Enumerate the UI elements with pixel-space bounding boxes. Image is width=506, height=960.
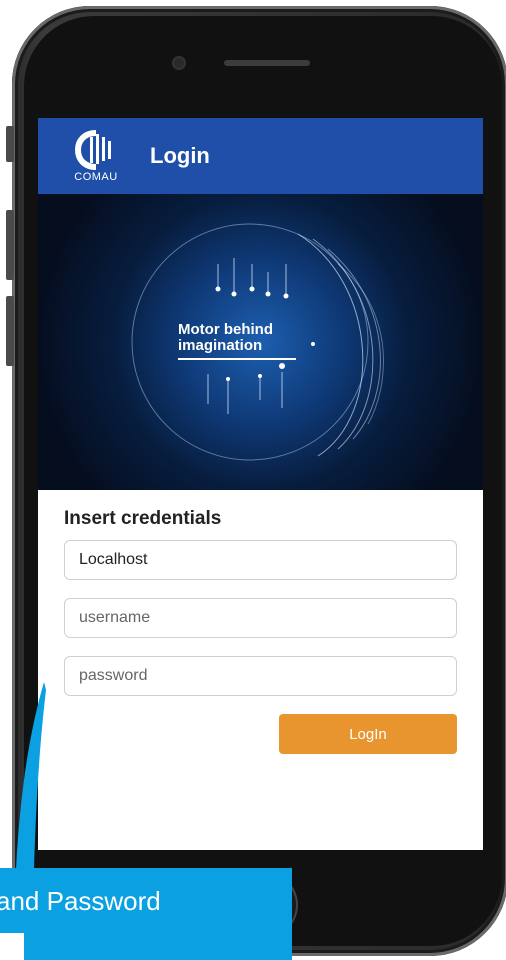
- callout-text: and Password: [0, 886, 161, 916]
- comau-logo-icon: [74, 130, 111, 170]
- side-button-2: [6, 210, 14, 280]
- app-bar: COMAU Login: [38, 118, 483, 194]
- hero-banner: Motor behind imagination: [38, 194, 483, 490]
- username-field[interactable]: username: [64, 598, 457, 638]
- callout-pointer: [16, 682, 46, 870]
- hero-slogan: Motor behind imagination: [178, 322, 273, 354]
- callout-box: and Password: [0, 868, 292, 960]
- form-heading: Insert credentials: [64, 508, 222, 529]
- password-field[interactable]: password: [64, 656, 457, 696]
- login-row: LogIn: [64, 714, 457, 754]
- side-button-3: [6, 296, 14, 366]
- credentials-form: Insert credentials Localhost username pa…: [38, 490, 483, 754]
- front-camera: [174, 58, 184, 68]
- hero-underline: [178, 358, 296, 360]
- comau-logo: COMAU: [66, 129, 126, 183]
- logo-text: COMAU: [74, 171, 118, 183]
- hero-line-1: Motor behind: [178, 321, 273, 338]
- hero-line-2: imagination: [178, 337, 263, 354]
- login-button[interactable]: LogIn: [279, 714, 457, 754]
- earpiece-speaker: [224, 60, 310, 66]
- app-screen: COMAU Login Motor behind imagination Ins…: [38, 118, 483, 850]
- host-field[interactable]: Localhost: [64, 540, 457, 580]
- page-title: Login: [150, 143, 210, 168]
- side-button-1: [6, 126, 14, 162]
- callout-notch: [0, 933, 24, 960]
